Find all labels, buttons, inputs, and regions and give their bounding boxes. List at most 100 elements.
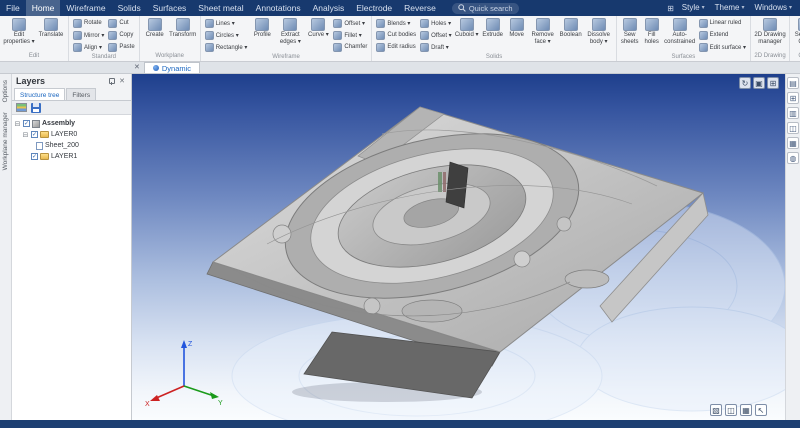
move-button[interactable]: Move — [506, 17, 528, 39]
windows-menu[interactable]: Windows▾ — [751, 0, 796, 16]
paste-button[interactable]: Paste — [106, 41, 136, 53]
fill-holes-button[interactable]: Fill holes — [641, 17, 663, 45]
axis-z-label: Z — [188, 341, 193, 348]
align-button[interactable]: Align ▾ — [71, 41, 106, 53]
fit-view-icon[interactable]: ⊞ — [767, 77, 779, 89]
holes-button[interactable]: Holes ▾ — [418, 17, 454, 29]
status-bar — [0, 420, 800, 428]
tree-node-layer0[interactable]: ⊟ ✓ LAYER0 — [22, 129, 129, 140]
tab-electrode[interactable]: Electrode — [350, 0, 398, 16]
group-label-cam: CAM — [792, 52, 800, 61]
tab-file[interactable]: File — [0, 0, 26, 16]
blends-button[interactable]: Blends ▾ — [374, 17, 418, 29]
2d-drawing-manager-button[interactable]: 2D Drawing manager — [753, 17, 787, 45]
mirror-button[interactable]: Mirror ▾ — [71, 29, 106, 41]
workplane-panel-icon[interactable]: ⊞ — [787, 92, 799, 104]
translate-button[interactable]: Translate — [36, 17, 66, 39]
rectangle-button[interactable]: Rectangle ▾ — [203, 41, 250, 53]
draft-button[interactable]: Draft ▾ — [418, 41, 454, 53]
view-orientation-icon[interactable]: ▧ — [710, 404, 722, 416]
extract-edges-button[interactable]: Extract edges ▾ — [275, 17, 305, 45]
grid-panel-icon[interactable]: ▦ — [787, 137, 799, 149]
select-cursor-icon[interactable]: ↖ — [755, 404, 767, 416]
chevron-down-icon: ▾ — [789, 0, 792, 16]
tree-node-layer1[interactable]: ✓ LAYER1 — [22, 151, 129, 162]
tab-structure-tree[interactable]: Structure tree — [14, 88, 65, 100]
layers-panel-title: Layers — [16, 76, 108, 86]
close-panel-icon[interactable]: ✕ — [117, 77, 127, 85]
auto-constrained-button[interactable]: Auto-constrained — [663, 17, 697, 45]
remove-face-button[interactable]: Remove face ▾ — [528, 17, 558, 45]
linear-ruled-button[interactable]: Linear ruled — [697, 17, 748, 29]
quick-search[interactable]: Quick search — [452, 3, 519, 14]
offset-solid-button[interactable]: Offset ▾ — [418, 29, 454, 41]
sew-sheets-button[interactable]: Sew sheets — [619, 17, 641, 45]
offset-wireframe-button[interactable]: Offset ▾ — [331, 17, 369, 29]
views-panel-icon[interactable]: ▤ — [787, 77, 799, 89]
extrude-button[interactable]: Extrude — [480, 17, 506, 39]
theme-menu[interactable]: Theme▾ — [711, 0, 749, 16]
cuboid-button[interactable]: Cuboid ▾ — [454, 17, 480, 39]
tab-sheet-metal[interactable]: Sheet metal — [192, 0, 249, 16]
rotate-button[interactable]: Rotate — [71, 17, 106, 29]
zoom-box-icon[interactable]: ▣ — [753, 77, 765, 89]
assembly-checkbox[interactable]: ✓ — [23, 120, 30, 127]
send-to-cam-button[interactable]: Send to CAM — [792, 17, 800, 45]
tab-wireframe[interactable]: Wireframe — [60, 0, 111, 16]
document-tab-dynamic[interactable]: Dynamic — [144, 62, 200, 73]
powershape-app: File Home Wireframe Solids Surfaces Shee… — [0, 0, 800, 428]
tab-analysis[interactable]: Analysis — [307, 0, 351, 16]
edit-radius-button[interactable]: Edit radius — [374, 41, 418, 53]
save-icon[interactable] — [31, 103, 41, 113]
grid-snap-icon[interactable]: ▦ — [740, 404, 752, 416]
tab-home[interactable]: Home — [26, 0, 61, 16]
edit-surface-button[interactable]: Edit surface ▾ — [697, 41, 748, 53]
fillet-button[interactable]: Fillet ▾ — [331, 29, 369, 41]
tab-solids[interactable]: Solids — [112, 0, 147, 16]
create-workplane-button[interactable]: Create — [142, 17, 168, 39]
cut-button[interactable]: Cut — [106, 17, 136, 29]
copy-button[interactable]: Copy — [106, 29, 136, 41]
cut-bodies-button[interactable]: Cut bodies — [374, 29, 418, 41]
levels-panel-icon[interactable]: ▥ — [787, 107, 799, 119]
translate-icon — [44, 18, 58, 31]
tab-filters[interactable]: Filters — [66, 88, 96, 100]
sidebar-tab-options[interactable]: Options — [2, 80, 9, 102]
profile-button[interactable]: Profile — [249, 17, 275, 39]
sew-sheets-icon — [623, 18, 637, 31]
sidebar-tab-workplane-manager[interactable]: Workplane manager — [2, 112, 9, 170]
collapse-icon[interactable]: ⊟ — [14, 120, 21, 128]
apps-grid-icon[interactable]: ⊞ — [665, 4, 676, 13]
tree-node-assembly[interactable]: ⊟ ✓ Assembly — [14, 118, 129, 129]
dissolve-body-button[interactable]: Dissolve body ▾ — [584, 17, 614, 45]
snap-panel-icon[interactable]: ◍ — [787, 152, 799, 164]
tab-surfaces[interactable]: Surfaces — [147, 0, 193, 16]
layers-stack-icon[interactable] — [16, 103, 27, 112]
extend-button[interactable]: Extend — [697, 29, 748, 41]
collapse-icon[interactable]: ⊟ — [22, 131, 29, 139]
edit-properties-button[interactable]: Edit properties ▾ — [2, 17, 36, 45]
pin-panel-icon[interactable] — [108, 78, 115, 85]
3d-viewport[interactable]: Z X Y ↻ ▣ ⊞ ▧ ◫ ▦ ↖ — [132, 74, 785, 420]
layer1-checkbox[interactable]: ✓ — [31, 153, 38, 160]
style-menu[interactable]: Style▾ — [678, 0, 709, 16]
layer0-checkbox[interactable]: ✓ — [31, 131, 38, 138]
clipboard-panel-icon[interactable]: ◫ — [787, 122, 799, 134]
rotate-view-icon[interactable]: ↻ — [739, 77, 751, 89]
offset-icon — [333, 19, 342, 28]
boolean-button[interactable]: Boolean — [558, 17, 584, 39]
ribbon-group-standard: Rotate Mirror ▾ Align ▾ Cut Copy Paste S… — [69, 16, 140, 61]
layers-panel-tabs: Structure tree Filters — [12, 88, 131, 101]
tab-reverse[interactable]: Reverse — [398, 0, 442, 16]
transform-workplane-button[interactable]: Transform — [168, 17, 198, 39]
chamfer-button[interactable]: Chamfer — [331, 41, 369, 53]
shading-mode-icon[interactable]: ◫ — [725, 404, 737, 416]
lines-button[interactable]: Lines ▾ — [203, 17, 250, 29]
curve-button[interactable]: Curve ▾ — [305, 17, 331, 39]
axis-y-label: Y — [218, 400, 223, 407]
circles-button[interactable]: Circles ▾ — [203, 29, 250, 41]
chevron-down-icon: ▾ — [702, 0, 705, 16]
tree-node-sheet-200[interactable]: Sheet_200 — [36, 140, 129, 151]
tab-annotations[interactable]: Annotations — [250, 0, 307, 16]
close-document-icon[interactable]: ✕ — [130, 62, 144, 73]
